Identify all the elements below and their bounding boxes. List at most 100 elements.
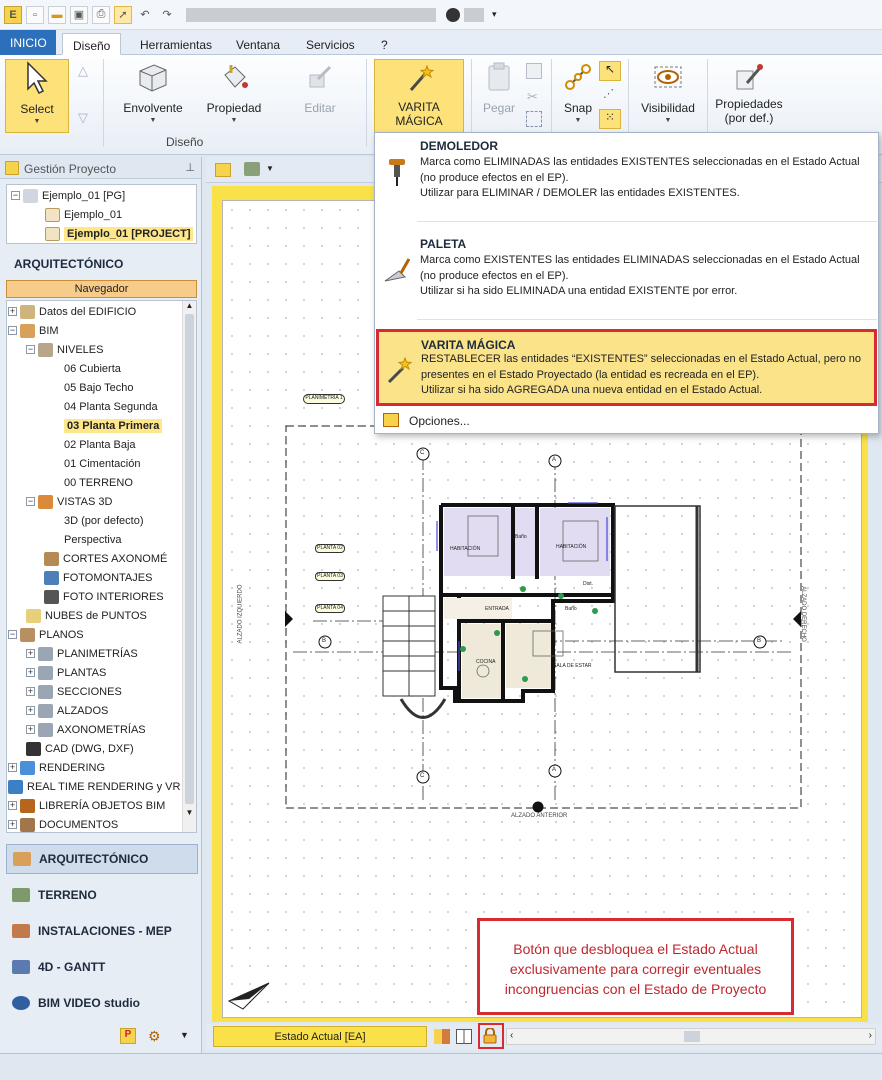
menu-item-paleta[interactable]: PALETA Marca como EXISTENTES las entidad… [375,229,878,317]
tab-herramientas[interactable]: Herramientas [130,33,222,55]
plan-label[interactable]: PLANTA 03 [315,572,345,581]
select-region-icon[interactable] [526,111,542,127]
collapse-icon[interactable]: − [26,345,35,354]
nav-tree-item[interactable]: + PLANTAS [26,663,106,682]
print-icon[interactable]: ⎙ [92,5,110,24]
pointer-icon[interactable]: ➚ [114,5,132,24]
tab-inicio[interactable]: INICIO [0,30,56,55]
nav-tree-item[interactable]: − VISTAS 3D [26,492,112,511]
nav-tree-item[interactable]: Perspectiva [44,530,121,549]
cut-scissors-icon[interactable]: ✂ [527,89,538,105]
plan-label[interactable]: PLANTA 04 [315,604,345,613]
nav-tree-item[interactable]: + Datos del EDIFICIO [8,302,136,321]
save-icon[interactable]: ▣ [70,5,88,24]
navigator-bar[interactable]: Navegador [6,280,197,298]
scroll-up-arrow[interactable]: ▲ [183,301,196,310]
nav-tree-item[interactable]: + PLANIMETRÍAS [26,644,138,663]
nav-tree-item[interactable]: + AXONOMETRÍAS [26,720,146,739]
snap-grid-icon[interactable]: ⋰ [603,87,614,100]
menu-item-demoledor[interactable]: DEMOLEDOR Marca como ELIMINADAS las enti… [375,133,878,219]
nav-tree-item[interactable]: 01 Cimentación [44,454,140,473]
expand-icon[interactable]: + [26,649,35,658]
tab-diseno[interactable]: Diseño [62,33,122,55]
nav-tree-item[interactable]: 04 Planta Segunda [44,397,158,416]
pegar-button[interactable]: Pegar [478,59,520,115]
layers-chevron-icon[interactable]: ▼ [266,164,274,173]
tree-scrollbar[interactable]: ▲ ▼ [182,301,196,832]
nav-tree-item[interactable]: CORTES AXONOMÉ [44,549,167,568]
editar-button[interactable]: Editar [290,59,350,115]
redo-icon[interactable]: ↷ [158,6,176,24]
scroll-right-arrow[interactable]: › [869,1030,872,1041]
expand-icon[interactable]: + [26,687,35,696]
expand-icon[interactable]: + [8,801,17,810]
tab-ventana[interactable]: Ventana [226,33,290,55]
nav-tree-item[interactable]: + LIBRERÍA OBJETOS BIM [8,796,165,815]
nav-tree-item[interactable]: + ALZADOS [26,701,108,720]
nav-tree-item[interactable]: REAL TIME RENDERING y VR [8,777,180,796]
scroll-up-icon[interactable]: △ [78,63,88,79]
scroll-down-arrow[interactable]: ▼ [183,808,196,817]
tree-node-project-active[interactable]: Ejemplo_01 [PROJECT] [45,224,194,243]
nav-tree-item[interactable]: − BIM [8,321,59,340]
section-bim-video[interactable]: BIM VIDEO studio [6,988,198,1018]
section-arquitectonico[interactable]: ARQUITECTÓNICO [6,844,198,874]
tab-servicios[interactable]: Servicios [296,33,365,55]
new-file-icon[interactable]: ▫ [26,5,44,24]
plugin-icon[interactable]: P [120,1028,136,1044]
expand-icon[interactable]: + [8,307,17,316]
nav-tree-item[interactable]: FOTOMONTAJES [44,568,152,587]
scroll-down-icon[interactable]: ▽ [78,110,88,126]
split-view-icon[interactable] [456,1029,472,1044]
expand-icon[interactable]: + [26,725,35,734]
nav-tree-item[interactable]: + SECCIONES [26,682,122,701]
snap-button[interactable]: Snap ▼ [558,59,598,124]
scroll-left-arrow[interactable]: ‹ [510,1030,513,1041]
user-icon[interactable] [446,7,460,22]
section-terreno[interactable]: TERRENO [6,880,198,910]
nav-tree-item[interactable]: + DOCUMENTOS [8,815,118,834]
nav-tree-item[interactable]: 3D (por defecto) [44,511,143,530]
plan-label[interactable]: PLANIMETRÍA 1 [303,394,345,404]
menu-item-opciones[interactable]: Opciones... [375,411,878,433]
pin-icon[interactable]: ⊥ [185,161,195,174]
section-instalaciones[interactable]: INSTALACIONES - MEP [6,916,198,946]
snap-ortho-toggle[interactable]: ↖ [599,61,621,81]
nav-tree-item[interactable]: FOTO INTERIORES [44,587,164,606]
nav-tree-item[interactable]: 06 Cubierta [44,359,121,378]
section-4d-gantt[interactable]: 4D - GANTT [6,952,198,982]
snap-points-toggle[interactable]: ⁙ [599,109,621,129]
envolvente-button[interactable]: Envolvente ▼ [120,59,186,124]
undo-icon[interactable]: ↶ [136,6,154,24]
tree-node-project[interactable]: Ejemplo_01 [45,205,122,224]
scroll-thumb[interactable] [684,1031,700,1042]
propiedad-button[interactable]: Propiedad ▼ [202,59,266,124]
expand-icon[interactable]: + [26,706,35,715]
visibilidad-button[interactable]: Visibilidad ▼ [636,59,700,124]
panel-options-chevron-icon[interactable]: ▼ [180,1030,189,1040]
customize-qat-icon[interactable]: ▾ [492,9,497,20]
tab-help[interactable]: ? [371,33,398,55]
compare-states-icon[interactable] [434,1029,450,1044]
collapse-icon[interactable]: − [8,326,17,335]
open-folder-icon[interactable]: ▬ [48,5,66,24]
nav-tree-item[interactable]: 00 TERRENO [44,473,133,492]
expand-icon[interactable]: + [8,763,17,772]
nav-tree-item[interactable]: − PLANOS [8,625,84,644]
varita-magica-button[interactable]: VARITA MÁGICA [374,59,464,133]
nav-tree-item[interactable]: 02 Planta Baja [44,435,136,454]
nav-tree-item[interactable]: 05 Bajo Techo [44,378,134,397]
menu-item-varita-magica[interactable]: VARITA MÁGICA RESTABLECER las entidades … [376,329,877,406]
view-icon[interactable] [215,163,231,177]
nav-tree-item[interactable]: 03 Planta Primera [44,416,163,435]
propiedades-por-def-button[interactable]: Propiedades (por def.) [712,59,786,125]
copy-icon[interactable] [526,63,542,79]
nav-tree-item[interactable]: + RENDERING [8,758,105,777]
nav-tree-item[interactable]: − NIVELES [26,340,103,359]
scroll-thumb[interactable] [185,314,194,804]
collapse-icon[interactable]: − [26,497,35,506]
layers-icon[interactable] [244,162,260,176]
nav-tree-item[interactable]: NUBES de PUNTOS [26,606,147,625]
plan-label[interactable]: PLANTA 02 [315,544,345,553]
collapse-icon[interactable]: − [8,630,17,639]
